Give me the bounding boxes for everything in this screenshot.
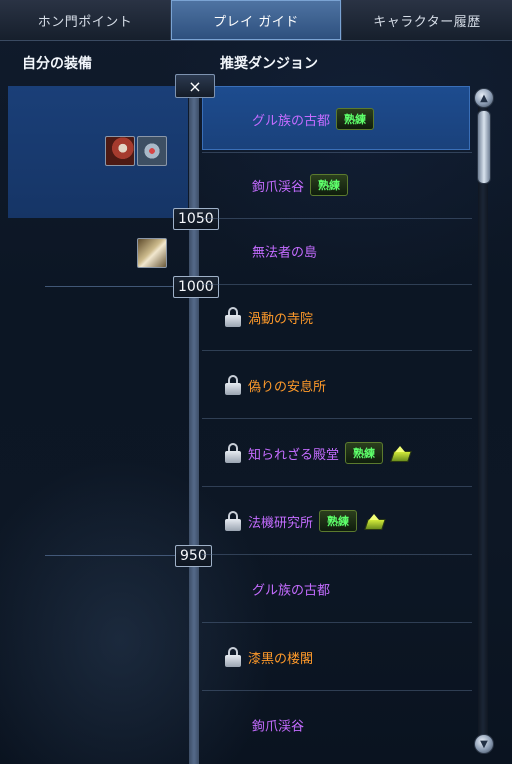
my-equipment-header: 自分の装備 (22, 56, 92, 72)
dungeon-row-content: 鉤爪渓谷 (224, 716, 304, 735)
dungeon-name: 法機研究所 (248, 515, 314, 531)
gear-score-line-950 (45, 555, 175, 556)
lock-icon (224, 511, 242, 531)
steel-accessory-icon[interactable] (137, 136, 167, 166)
dungeon-name: 無法者の島 (252, 245, 318, 261)
dungeon-name: 偽りの安息所 (248, 379, 327, 395)
gear-score-line-1000 (45, 286, 175, 287)
tab-play-guide[interactable]: プレイ ガイド (171, 0, 342, 40)
dungeon-row-content: 知られざる殿堂 熟練 (224, 442, 409, 464)
dungeon-row[interactable]: 鉤爪渓谷 熟練 (202, 152, 472, 219)
lock-icon (224, 647, 242, 667)
dungeon-name: 鉤爪渓谷 (252, 719, 305, 735)
dungeon-row-content: 渦動の寺院 (224, 307, 313, 327)
dungeon-row-content: 無法者の島 (224, 242, 317, 261)
gold-glove-icon[interactable] (137, 238, 167, 268)
dungeon-name: 知られざる殿堂 (248, 447, 340, 463)
lock-icon (224, 307, 242, 327)
dungeon-name: グル族の古都 (252, 113, 331, 129)
reward-box-icon (391, 446, 409, 460)
scrollbar-track[interactable] (478, 88, 488, 750)
tab-character-history[interactable]: キャラクター履歴 (342, 0, 512, 40)
scrollbar-thumb[interactable] (477, 110, 491, 184)
red-weapon-icon[interactable] (105, 136, 135, 166)
dungeon-row[interactable]: 鉤爪渓谷 (202, 692, 472, 758)
dungeon-row-content: 鉤爪渓谷 熟練 (224, 174, 349, 196)
dungeon-row-content: 法機研究所 熟練 (224, 510, 383, 532)
skilled-badge: 熟練 (336, 108, 375, 130)
recommended-dungeons-header: 推奨ダンジョン (220, 56, 318, 72)
dungeon-row[interactable]: 知られざる殿堂 熟練 (202, 420, 472, 487)
scroll-down-icon[interactable]: ▼ (474, 734, 494, 754)
dungeon-row[interactable]: 法機研究所 熟練 (202, 488, 472, 555)
skilled-badge: 熟練 (310, 174, 349, 196)
dungeon-row[interactable]: グル族の古都 熟練 (202, 86, 472, 153)
dungeon-name: 渦動の寺院 (248, 311, 314, 327)
dungeon-row-content: グル族の古都 (224, 580, 330, 599)
tab-honmon-points[interactable]: ホン門ポイント (0, 0, 171, 40)
dungeon-row[interactable]: 無法者の島 (202, 218, 472, 285)
dungeon-name: グル族の古都 (252, 583, 331, 599)
dungeon-row[interactable]: 漆黒の楼閣 (202, 624, 472, 691)
dungeon-row[interactable]: 渦動の寺院 (202, 284, 472, 351)
skilled-badge: 熟練 (319, 510, 358, 532)
skilled-badge: 熟練 (345, 442, 384, 464)
tab-bar: ホン門ポイント プレイ ガイド キャラクター履歴 (0, 0, 512, 41)
dungeon-row[interactable]: 偽りの安息所 (202, 352, 472, 419)
scroll-up-icon[interactable]: ▲ (474, 88, 494, 108)
reward-box-icon (365, 514, 383, 528)
dungeon-row[interactable]: グル族の古都 (202, 556, 472, 623)
play-guide-window: ホン門ポイント プレイ ガイド キャラクター履歴 自分の装備 推奨ダンジョン ×… (0, 0, 512, 764)
dungeon-name: 鉤爪渓谷 (252, 179, 305, 195)
dungeon-row-content: 漆黒の楼閣 (224, 647, 313, 667)
lock-icon (224, 443, 242, 463)
dungeon-row-content: グル族の古都 熟練 (224, 108, 375, 130)
dungeon-row-content: 偽りの安息所 (224, 375, 326, 395)
dungeon-name: 漆黒の楼閣 (248, 651, 314, 667)
lock-icon (224, 375, 242, 395)
gear-score-timeline-bar (189, 86, 199, 764)
